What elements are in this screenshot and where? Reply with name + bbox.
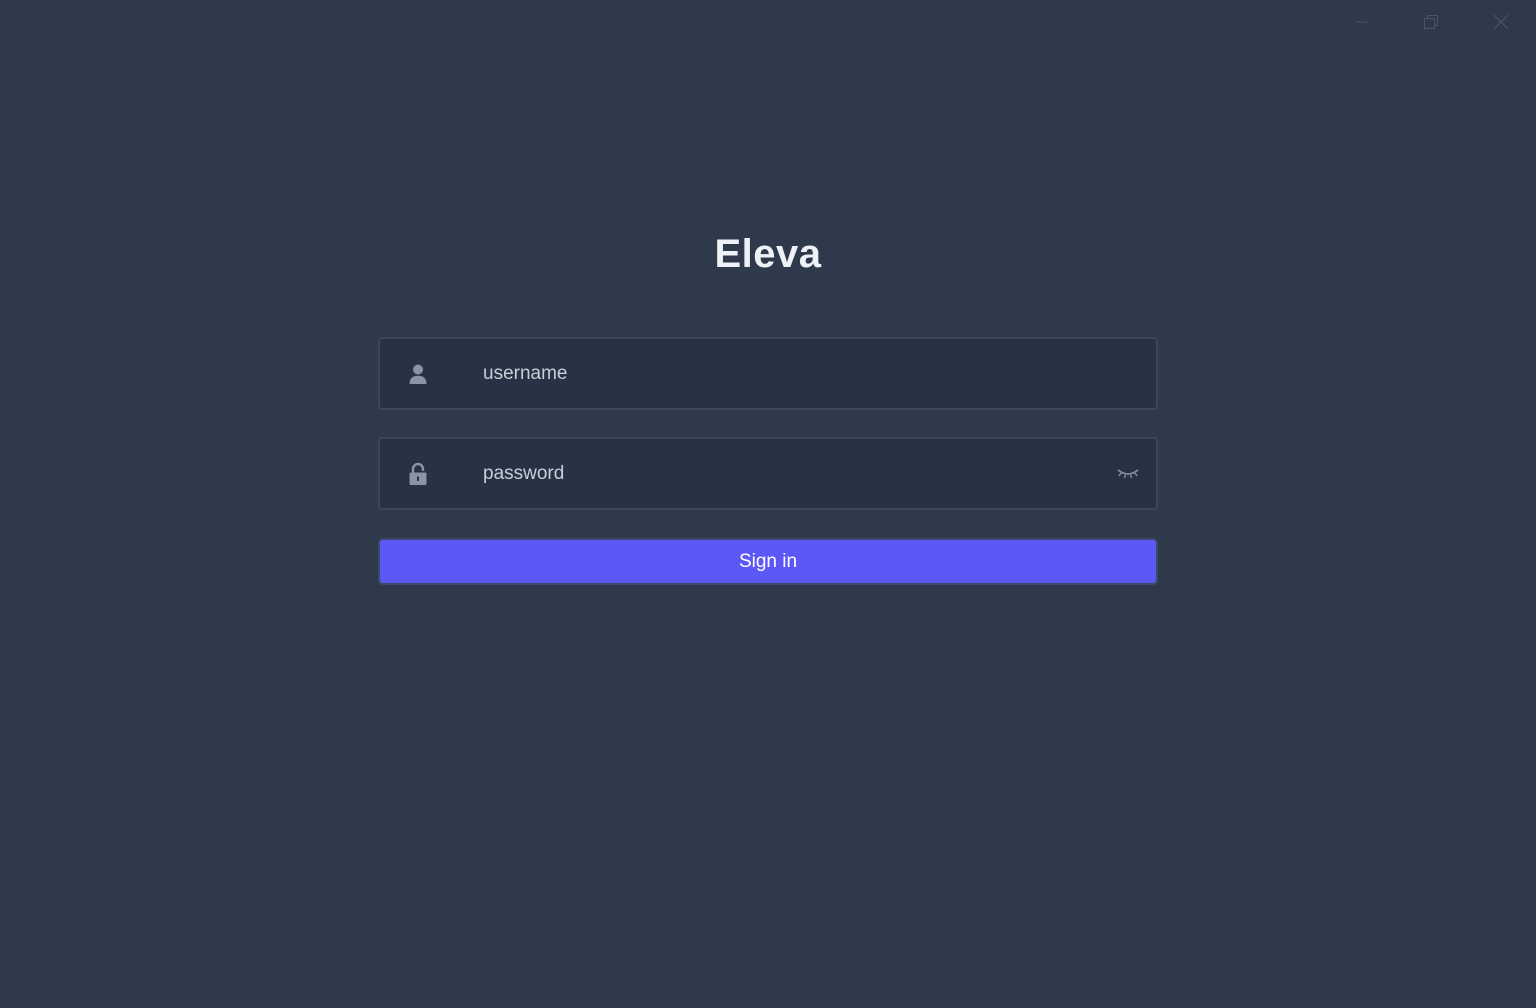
eye-closed-icon (1117, 468, 1139, 478)
minimize-icon (1355, 21, 1367, 23)
login-window: Eleva Sign (0, 0, 1536, 1008)
password-visibility-toggle[interactable] (1114, 439, 1142, 508)
minimize-button[interactable] (1326, 0, 1396, 44)
user-icon (404, 339, 432, 408)
app-title: Eleva (714, 232, 822, 276)
maximize-icon (1424, 15, 1438, 29)
lock-icon (404, 439, 432, 508)
password-input[interactable] (483, 439, 1103, 508)
maximize-button[interactable] (1396, 0, 1466, 44)
close-icon (1493, 14, 1509, 30)
close-button[interactable] (1466, 0, 1536, 44)
window-controls (1326, 0, 1536, 44)
password-field[interactable] (378, 437, 1158, 510)
username-input[interactable] (483, 339, 1103, 408)
username-field[interactable] (378, 337, 1158, 410)
sign-in-button[interactable]: Sign in (378, 538, 1158, 585)
